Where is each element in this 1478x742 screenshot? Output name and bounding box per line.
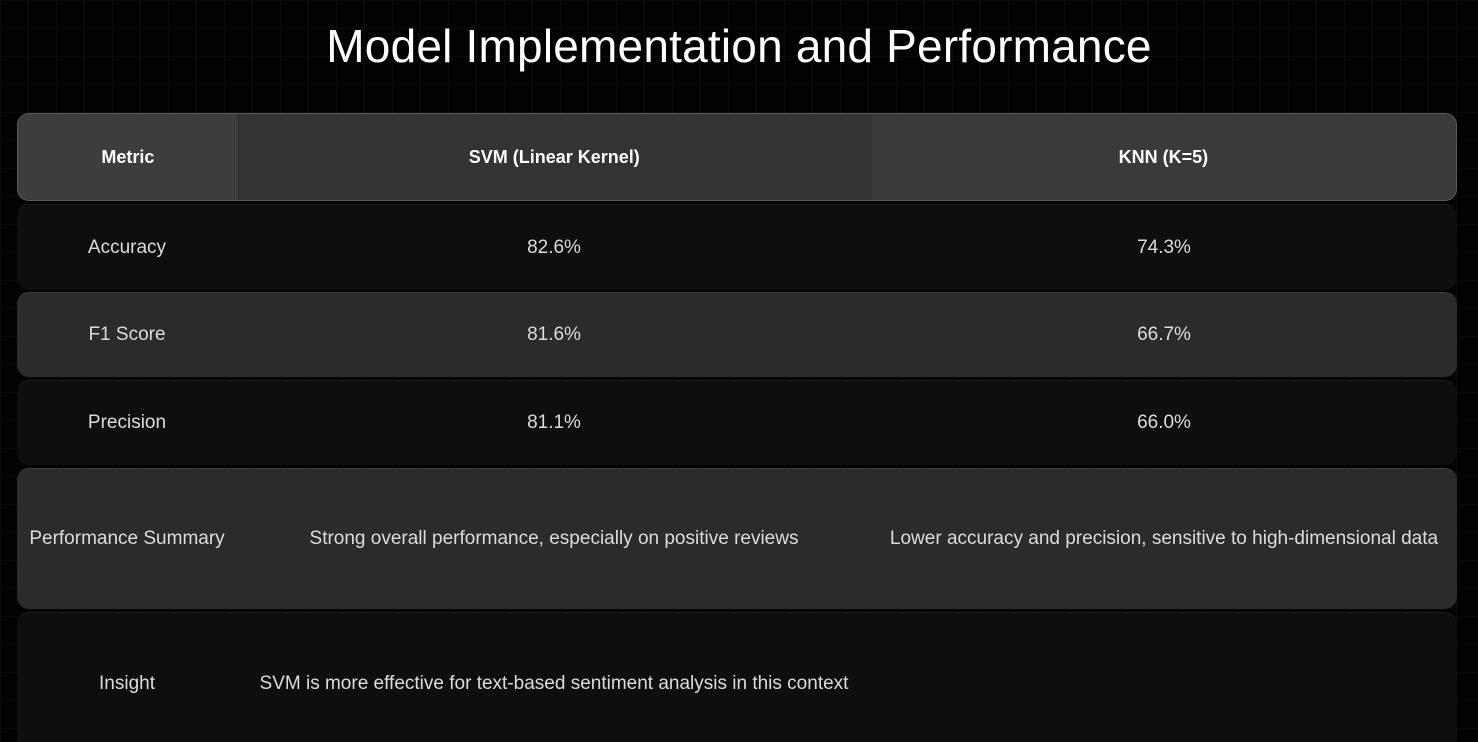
- metric-cell: Precision: [87, 412, 167, 433]
- header-cell-svm: SVM (Linear Kernel): [237, 114, 871, 200]
- svm-cell: SVM is more effective for text-based sen…: [259, 672, 849, 694]
- svm-cell: Strong overall performance, especially o…: [309, 528, 799, 549]
- knn-cell: 66.0%: [1137, 412, 1191, 433]
- svm-cell: 81.1%: [527, 412, 581, 433]
- svm-cell: 81.6%: [527, 324, 581, 345]
- knn-cell: 74.3%: [1137, 236, 1191, 258]
- header-cell-metric: Metric: [18, 114, 238, 200]
- metric-cell: Accuracy: [87, 236, 167, 258]
- knn-cell: [871, 613, 1457, 742]
- header-cell-knn: KNN (K=5): [870, 114, 1456, 200]
- page-title: Model Implementation and Performance: [326, 20, 1152, 72]
- table-row: Precision 81.1% 66.0%: [17, 380, 1457, 465]
- knn-cell: 66.7%: [1137, 324, 1191, 345]
- table-row: Accuracy 82.6% 74.3%: [17, 204, 1457, 290]
- svm-cell: 82.6%: [527, 236, 581, 258]
- metric-cell: F1 Score: [88, 324, 166, 345]
- metric-cell: Performance Summary: [29, 528, 225, 549]
- table-row: F1 Score 81.6% 66.7%: [17, 292, 1457, 377]
- table-header-row: Metric SVM (Linear Kernel) KNN (K=5): [17, 113, 1457, 201]
- metric-cell: Insight: [99, 672, 155, 694]
- knn-cell: Lower accuracy and precision, sensitive …: [889, 528, 1439, 549]
- table-row: Performance Summary Strong overall perfo…: [17, 468, 1457, 609]
- table-row: Insight SVM is more effective for text-b…: [17, 612, 1457, 742]
